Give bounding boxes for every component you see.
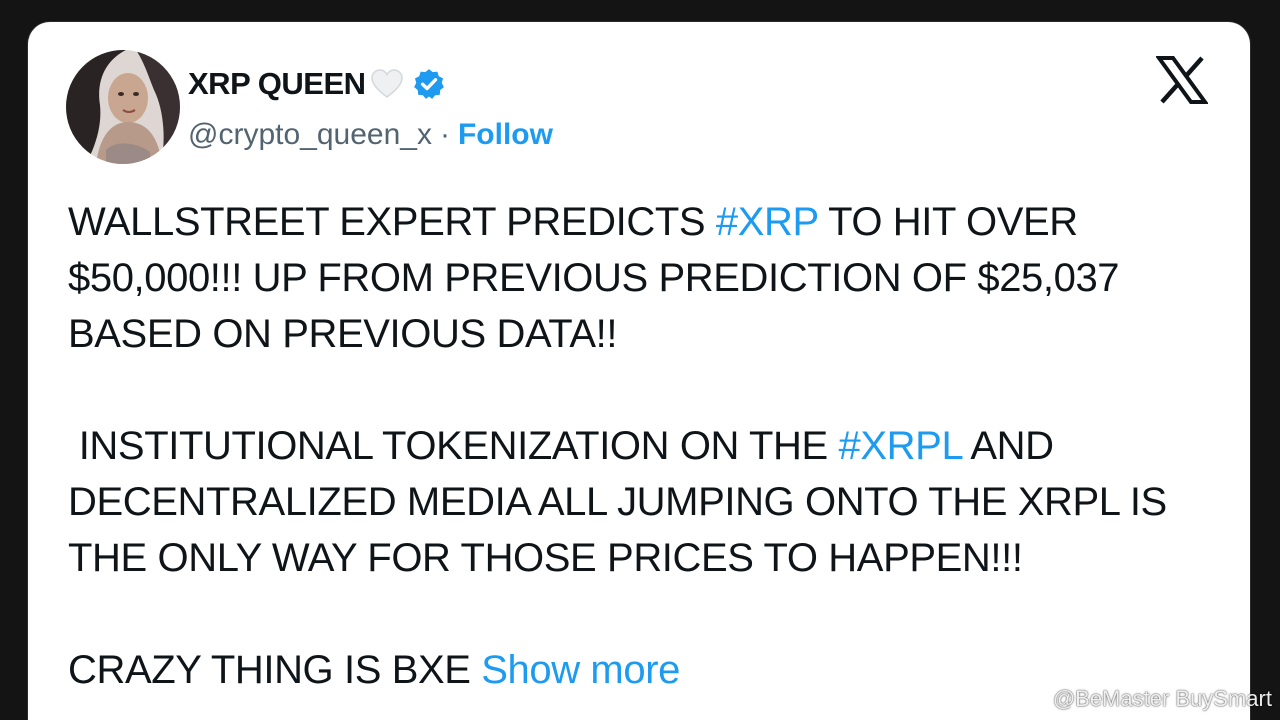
hashtag-xrpl[interactable]: #XRPL: [839, 424, 963, 468]
separator-dot: ·: [439, 118, 450, 151]
tweet-text-segment: INSTITUTIONAL TOKENIZATION ON THE: [68, 424, 839, 468]
follow-button[interactable]: Follow: [458, 118, 553, 152]
binance-logo-icon: [1023, 687, 1047, 711]
avatar[interactable]: [66, 50, 180, 164]
white-heart-icon: [370, 68, 404, 100]
tweet-text-segment: WALLSTREET EXPERT PREDICTS: [68, 200, 716, 244]
tweet-text-segment: CRAZY THING IS BXE: [68, 648, 482, 692]
author-handle[interactable]: @crypto_queen_x: [188, 118, 432, 152]
tweet-paragraph-1: WALLSTREET EXPERT PREDICTS #XRP TO HIT O…: [68, 194, 1228, 362]
author-display-name[interactable]: XRP QUEEN: [188, 66, 366, 102]
tweet-paragraph-2: INSTITUTIONAL TOKENIZATION ON THE #XRPL …: [68, 418, 1228, 586]
x-logo-icon[interactable]: [1155, 56, 1209, 104]
verified-badge-icon: [412, 67, 446, 101]
show-more-link[interactable]: Show more: [481, 648, 680, 692]
screenshot-frame: XRP QUEEN @crypto_queen_x · Follow WALLS…: [0, 0, 1280, 720]
tweet-text: WALLSTREET EXPERT PREDICTS #XRP TO HIT O…: [68, 194, 1228, 698]
watermark-text: @BeMaster BuySmart: [1052, 686, 1272, 711]
avatar-photo: [66, 50, 180, 164]
hashtag-xrp[interactable]: #XRP: [716, 200, 819, 244]
author-name-row: XRP QUEEN: [188, 64, 446, 104]
tweet-card: XRP QUEEN @crypto_queen_x · Follow WALLS…: [28, 22, 1250, 720]
author-handle-row: @crypto_queen_x · Follow: [188, 115, 553, 155]
watermark: @BeMaster BuySmart: [1023, 686, 1272, 712]
